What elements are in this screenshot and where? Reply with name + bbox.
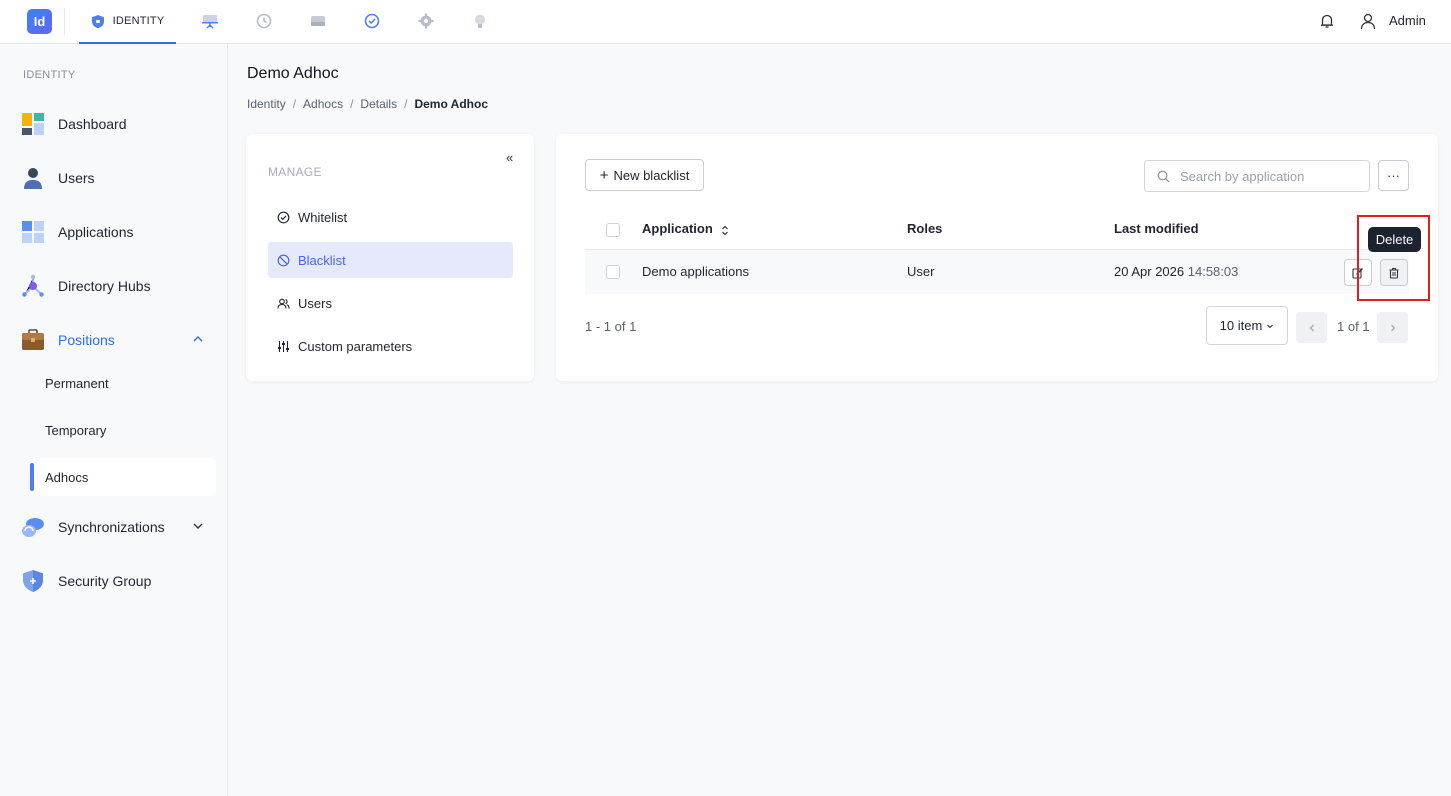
history-icon[interactable]: [255, 12, 273, 30]
breadcrumb-adhocs[interactable]: Adhocs: [303, 97, 343, 111]
shield-icon: [91, 14, 104, 28]
table-header: Application Roles Last modified: [585, 210, 1409, 250]
check-circle-icon: [276, 210, 290, 224]
column-header-roles: Roles: [907, 221, 943, 236]
breadcrumb-separator: /: [350, 97, 354, 111]
top-bar: Id IDENTITY Admin: [0, 0, 1451, 44]
search-icon: [1157, 170, 1170, 182]
dashboard-icon: [21, 112, 45, 136]
cell-last-modified: 20 Apr 2026 14:58:03: [1114, 264, 1238, 279]
sidebar: IDENTITY Dashboard Users Applications Di…: [0, 44, 228, 796]
chevron-up-icon[interactable]: [192, 333, 204, 345]
sidebar-sub-temporary[interactable]: Temporary: [30, 411, 216, 449]
cloud-sync-icon: [21, 515, 45, 539]
bulb-icon[interactable]: [471, 12, 489, 30]
manage-item-label: Users: [298, 295, 332, 311]
new-blacklist-button[interactable]: + New blacklist: [585, 159, 704, 191]
sort-icon[interactable]: [721, 225, 729, 236]
manage-item-label: Custom parameters: [298, 338, 413, 354]
new-blacklist-label: New blacklist: [613, 167, 690, 183]
manage-item-whitelist[interactable]: Whitelist: [268, 199, 513, 235]
breadcrumb-separator: /: [292, 97, 297, 111]
hub-icon: [21, 274, 45, 298]
presentation-icon[interactable]: [201, 12, 219, 30]
briefcase-icon: [21, 328, 45, 352]
cell-roles: User: [907, 264, 935, 279]
breadcrumb-identity[interactable]: Identity: [247, 97, 286, 111]
manage-item-label: Blacklist: [298, 252, 346, 268]
breadcrumb: Identity / Adhocs / Details / Demo Adhoc: [247, 97, 488, 111]
sidebar-item-dashboard[interactable]: Dashboard: [21, 109, 216, 139]
sidebar-sub-adhocs[interactable]: Adhocs: [30, 458, 216, 496]
chevron-right-icon: [1390, 324, 1395, 331]
sidebar-section-title: IDENTITY: [23, 69, 76, 81]
highlight-box: [1357, 215, 1430, 301]
cell-date: 20 Apr 2026: [1114, 264, 1185, 279]
chevron-down-icon: [1267, 324, 1274, 328]
pagination-range: 1 - 1 of 1: [585, 319, 637, 334]
table-row[interactable]: Demo applications User 20 Apr 2026 14:58…: [585, 250, 1409, 294]
app-logo[interactable]: Id: [27, 9, 52, 34]
tab-identity-label: IDENTITY: [112, 15, 165, 27]
sidebar-item-security-group[interactable]: Security Group: [21, 566, 216, 596]
sidebar-item-label: Dashboard: [58, 116, 127, 132]
breadcrumb-current: Demo Adhoc: [414, 97, 489, 111]
manage-item-custom-parameters[interactable]: Custom parameters: [268, 328, 513, 364]
sidebar-item-label: Users: [58, 170, 95, 186]
search-box: [1144, 160, 1370, 192]
column-header-application[interactable]: Application: [642, 221, 713, 236]
manage-title: MANAGE: [268, 165, 322, 179]
blacklist-panel: + New blacklist ··· Application Roles La…: [556, 134, 1438, 381]
bell-icon[interactable]: [1318, 12, 1336, 30]
sidebar-item-synchronizations[interactable]: Synchronizations: [21, 512, 216, 542]
chevron-left-icon: [1309, 324, 1314, 331]
logo-divider: [64, 8, 65, 35]
tab-identity[interactable]: IDENTITY: [79, 0, 176, 44]
applications-icon: [21, 220, 45, 244]
user-icon[interactable]: [1359, 12, 1377, 30]
sidebar-item-label: Synchronizations: [58, 519, 165, 535]
page-indicator: 1 of 1: [1337, 319, 1370, 334]
items-per-page-select[interactable]: 10 item: [1206, 306, 1288, 345]
sidebar-item-applications[interactable]: Applications: [21, 217, 216, 247]
clock-check-icon[interactable]: [363, 12, 381, 30]
chevron-down-icon[interactable]: [192, 520, 204, 532]
search-input[interactable]: [1180, 168, 1360, 184]
items-per-page-value: 10 item: [1219, 318, 1263, 333]
sidebar-item-directory-hubs[interactable]: Directory Hubs: [21, 271, 216, 301]
users-icon: [276, 296, 290, 310]
plus-icon: +: [599, 166, 609, 184]
sidebar-item-label: Security Group: [58, 573, 152, 589]
row-checkbox[interactable]: [606, 265, 620, 279]
gear-icon[interactable]: [417, 12, 435, 30]
sidebar-item-label: Positions: [58, 332, 115, 348]
user-icon: [21, 166, 45, 190]
breadcrumb-separator: /: [404, 97, 408, 111]
sidebar-item-label: Directory Hubs: [58, 278, 151, 294]
page-title: Demo Adhoc: [247, 65, 339, 82]
manage-panel: MANAGE « Whitelist Blacklist Users Custo…: [246, 134, 534, 381]
sidebar-sub-permanent[interactable]: Permanent: [30, 364, 216, 402]
cell-time: 14:58:03: [1187, 264, 1239, 279]
sliders-icon: [276, 339, 290, 353]
previous-page-button[interactable]: [1296, 312, 1327, 343]
sidebar-item-users[interactable]: Users: [21, 163, 216, 193]
sidebar-item-positions[interactable]: Positions: [21, 325, 216, 355]
next-page-button[interactable]: [1377, 312, 1408, 343]
select-all-checkbox[interactable]: [606, 223, 620, 237]
shield-icon: [21, 569, 45, 593]
manage-item-label: Whitelist: [298, 209, 348, 225]
ban-icon: [276, 253, 290, 267]
manage-item-blacklist[interactable]: Blacklist: [268, 242, 513, 278]
collapse-icon[interactable]: «: [506, 150, 513, 165]
user-name[interactable]: Admin: [1389, 13, 1426, 28]
column-header-last-modified: Last modified: [1114, 221, 1199, 236]
sidebar-item-label: Applications: [58, 224, 134, 240]
more-options-button[interactable]: ···: [1378, 160, 1409, 191]
manage-item-users[interactable]: Users: [268, 285, 513, 321]
cell-application: Demo applications: [642, 264, 749, 279]
breadcrumb-details[interactable]: Details: [360, 97, 397, 111]
drive-icon[interactable]: [309, 12, 327, 30]
